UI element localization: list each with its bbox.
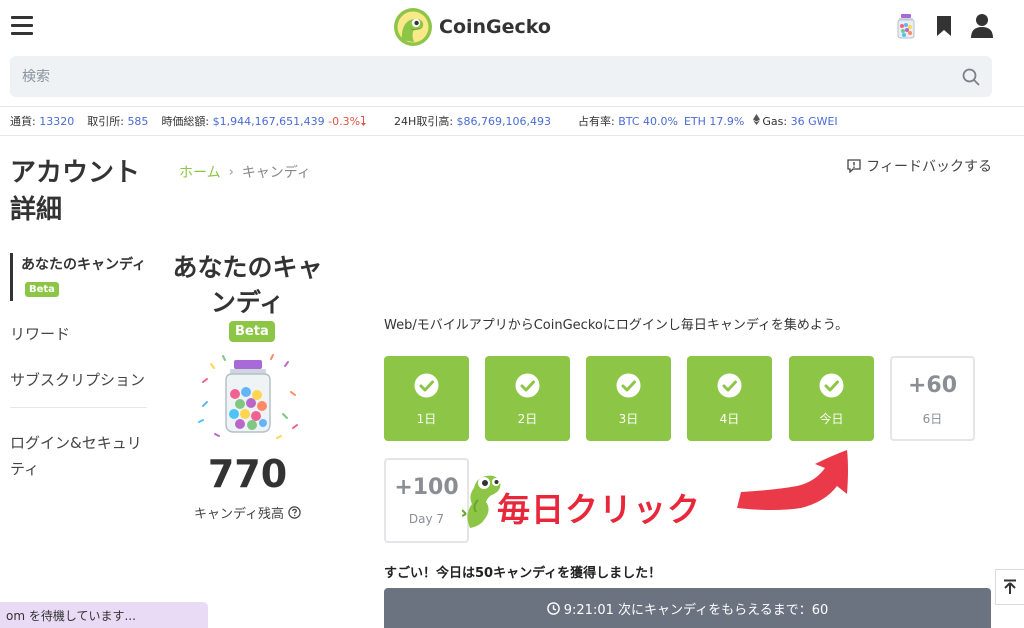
stat-market-cap-change: -0.3% (328, 115, 361, 128)
daily-click-annotation: 毎日クリック (497, 490, 701, 529)
day-card-2[interactable]: 2日 (485, 356, 570, 441)
check-circle-icon (414, 373, 439, 398)
day-points: +60 (907, 373, 958, 398)
brand-name: CoinGecko (439, 16, 551, 38)
day-label: 2日 (517, 412, 538, 426)
stat-market-cap: 時価総額: $1,944,167,651,439 -0.3% (161, 113, 367, 129)
clock-icon (546, 601, 560, 615)
stat-volume: 24H取引高: $86,769,106,493 (394, 115, 552, 128)
brand-logo[interactable]: CoinGecko (393, 6, 551, 48)
feedback-icon (847, 159, 861, 173)
day-card-1[interactable]: 1日 (384, 356, 469, 441)
candy-balance: 770 (207, 452, 288, 496)
global-stats-bar: 通貨: 13320 取引所: 585 時価総額: $1,944,167,651,… (0, 106, 1024, 136)
help-icon[interactable] (288, 506, 301, 519)
stat-gas: Gas: 36 GWEI (753, 114, 838, 128)
day-card-today[interactable]: 今日 (789, 356, 874, 441)
stat-gas-value[interactable]: 36 GWEI (791, 115, 838, 128)
day-card-4[interactable]: 4日 (687, 356, 772, 441)
scroll-to-top-button[interactable] (995, 569, 1024, 605)
beta-badge: Beta (25, 281, 59, 297)
stat-dominance: 占有率: BTC 40.0% ETH 17.9% (578, 115, 745, 128)
search-input[interactable] (22, 56, 922, 97)
check-circle-icon (819, 373, 844, 398)
candy-intro-text: Web/モバイルアプリからCoinGeckoにログインし毎日キャンディを集めよう… (384, 318, 849, 333)
top-header: CoinGecko (0, 0, 1024, 52)
day-label: 3日 (618, 412, 639, 426)
check-circle-icon (717, 373, 742, 398)
sidebar-item-login-security[interactable]: ログイン&セキュリティ (10, 430, 147, 482)
day-label: 6日 (922, 412, 943, 426)
sidebar-item-rewards[interactable]: リワード (10, 321, 147, 347)
stat-eth-dominance[interactable]: ETH 17.9% (684, 115, 744, 128)
breadcrumb: ホーム › キャンディ (179, 162, 311, 182)
day-card-6: +60 6日 (890, 356, 975, 441)
check-circle-icon (515, 373, 540, 398)
breadcrumb-home[interactable]: ホーム (179, 162, 221, 182)
bookmark-icon[interactable] (932, 12, 956, 40)
ethereum-icon (753, 114, 761, 125)
search-bar (10, 56, 992, 97)
breadcrumb-separator: › (228, 164, 234, 180)
sidebar-item-candy[interactable]: あなたのキャンディBeta (10, 253, 147, 301)
browser-status-bar: om を待機しています... (0, 602, 208, 628)
user-icon[interactable] (970, 12, 994, 40)
sidebar-divider (10, 407, 147, 408)
day-card-7: +100 Day 7 (384, 458, 469, 543)
day-label: 4日 (719, 412, 740, 426)
candy-jar-icon[interactable] (894, 12, 918, 40)
check-circle-icon (616, 373, 641, 398)
day-label: Day 7 (408, 512, 445, 526)
stat-volume-value[interactable]: $86,769,106,493 (457, 115, 551, 128)
gecko-logo-icon (394, 8, 432, 46)
candy-balance-label: キャンディ残高 (165, 503, 330, 522)
next-candy-timer-button[interactable]: 9:21:01 次にキャンディをもらえるまで：60 (384, 588, 991, 628)
success-message: すごい！今日は50キャンディを獲得しました！ (384, 566, 662, 581)
stat-exchanges: 取引所: 585 (87, 115, 149, 128)
feedback-link[interactable]: フィードバックする (847, 156, 992, 176)
sidebar-item-subscription[interactable]: サブスクリプション (10, 367, 147, 393)
candy-beta-badge: Beta (229, 321, 275, 342)
menu-icon[interactable] (11, 16, 33, 36)
day-label: 今日 (819, 412, 844, 426)
breadcrumb-current: キャンディ (241, 165, 311, 181)
account-sidebar: あなたのキャンディBeta リワード サブスクリプション ログイン&セキュリティ (10, 253, 147, 482)
day-points: +100 (394, 475, 459, 500)
stat-coins: 通貨: 13320 (10, 115, 75, 128)
stat-exchanges-value[interactable]: 585 (127, 115, 148, 128)
stat-btc-dominance[interactable]: BTC 40.0% (618, 115, 678, 128)
account-title: アカウント詳細 (10, 158, 141, 225)
red-arrow-annotation (737, 450, 848, 510)
day-label: 1日 (416, 412, 437, 426)
stat-coins-value[interactable]: 13320 (39, 115, 74, 128)
trend-down-icon (361, 116, 367, 126)
day-card-3[interactable]: 3日 (586, 356, 671, 441)
search-icon[interactable] (962, 68, 980, 86)
candy-title: あなたのキャンディ (172, 253, 323, 317)
stat-market-cap-value[interactable]: $1,944,167,651,439 (213, 115, 325, 128)
arrow-up-icon (1004, 579, 1016, 594)
candy-jar-illustration (198, 354, 298, 439)
